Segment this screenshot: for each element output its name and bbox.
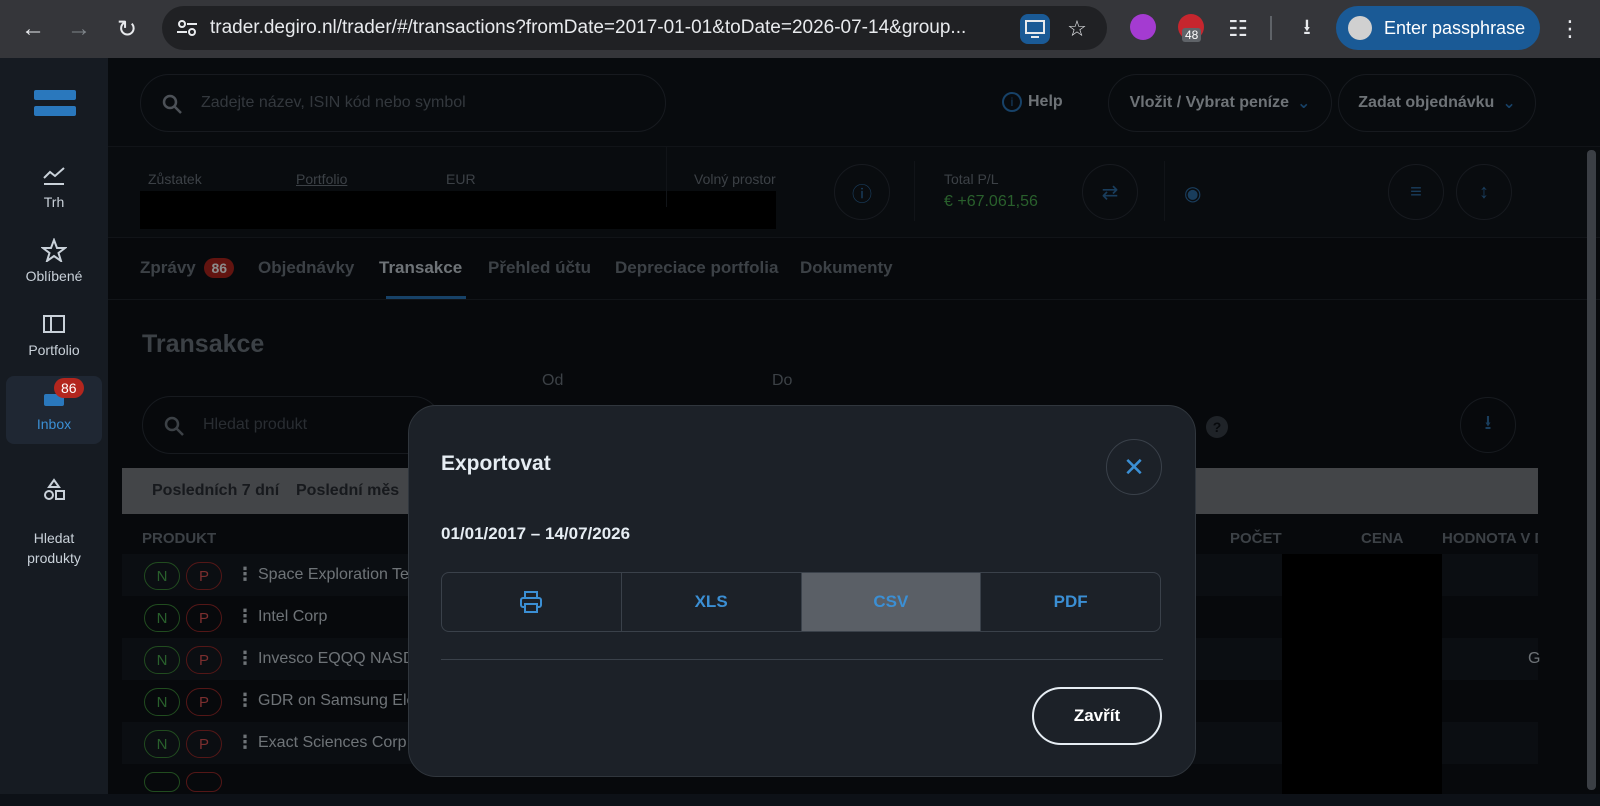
left-rail: Trh Oblíbené Portfolio 86 Inbox Hledat p… <box>0 58 108 794</box>
rail-item-label: Trh <box>43 194 65 210</box>
menu-icon[interactable] <box>34 90 76 116</box>
rail-item-label: Inbox <box>36 416 72 432</box>
export-csv-button[interactable]: CSV <box>801 573 982 631</box>
rail-item-inbox[interactable]: 86 Inbox <box>0 378 108 432</box>
url-text[interactable]: trader.degiro.nl/trader/#/transactions?f… <box>210 17 1010 39</box>
dialog-title: Exportovat <box>441 452 551 475</box>
browser-toolbar: ← → ↻ trader.degiro.nl/trader/#/transact… <box>0 0 1600 58</box>
rail-item-label: Hledat produkty <box>27 530 81 566</box>
toolbar-divider <box>1270 16 1272 40</box>
dialog-divider <box>441 659 1163 660</box>
profile-passphrase-button[interactable]: Enter passphrase <box>1336 6 1540 50</box>
browser-menu-icon[interactable]: ⋮ <box>1555 14 1585 44</box>
extension-adblock-icon[interactable]: 48 <box>1178 14 1204 42</box>
export-dialog: Exportovat ✕ 01/01/2017 – 14/07/2026 XLS… <box>408 405 1196 777</box>
close-dialog-button[interactable]: Zavřít <box>1032 687 1162 745</box>
star-icon <box>41 238 67 262</box>
rail-item-portfolio[interactable]: Portfolio <box>0 312 108 358</box>
site-settings-icon[interactable] <box>176 18 198 38</box>
close-icon[interactable]: ✕ <box>1106 439 1162 495</box>
rail-item-oblibene[interactable]: Oblíbené <box>0 238 108 284</box>
back-arrow-icon[interactable]: ← <box>18 14 48 44</box>
install-app-icon[interactable] <box>1020 14 1050 44</box>
export-date-range: 01/01/2017 – 14/07/2026 <box>441 524 631 543</box>
avatar <box>1348 16 1372 40</box>
export-pdf-button[interactable]: PDF <box>981 573 1160 631</box>
print-button[interactable] <box>442 573 622 631</box>
portfolio-icon <box>43 315 65 333</box>
export-xls-button[interactable]: XLS <box>622 573 802 631</box>
rail-item-label: Portfolio <box>28 342 80 358</box>
extension-badge: 48 <box>1182 28 1202 42</box>
profile-passphrase-label: Enter passphrase <box>1384 17 1526 38</box>
address-bar[interactable]: trader.degiro.nl/trader/#/transactions?f… <box>162 6 1107 50</box>
rail-item-label: Oblíbené <box>25 268 83 284</box>
forward-arrow-icon[interactable]: → <box>64 14 94 44</box>
rail-item-hledat-produkty[interactable]: Hledat produkty <box>0 458 108 568</box>
download-icon[interactable]: ⭳ <box>1292 14 1322 44</box>
market-chart-icon <box>43 167 65 185</box>
shapes-icon <box>44 478 65 500</box>
bookmark-star-icon[interactable]: ☆ <box>1062 14 1092 44</box>
printer-icon <box>520 591 543 613</box>
extensions-puzzle-icon[interactable]: ☷ <box>1223 14 1253 44</box>
export-format-group: XLS CSV PDF <box>441 572 1161 632</box>
inbox-badge: 86 <box>54 378 84 398</box>
scrollbar[interactable] <box>1587 150 1596 790</box>
extension-power-icon[interactable] <box>1130 14 1156 40</box>
rail-item-trh[interactable]: Trh <box>0 164 108 210</box>
reload-icon[interactable]: ↻ <box>112 14 142 44</box>
